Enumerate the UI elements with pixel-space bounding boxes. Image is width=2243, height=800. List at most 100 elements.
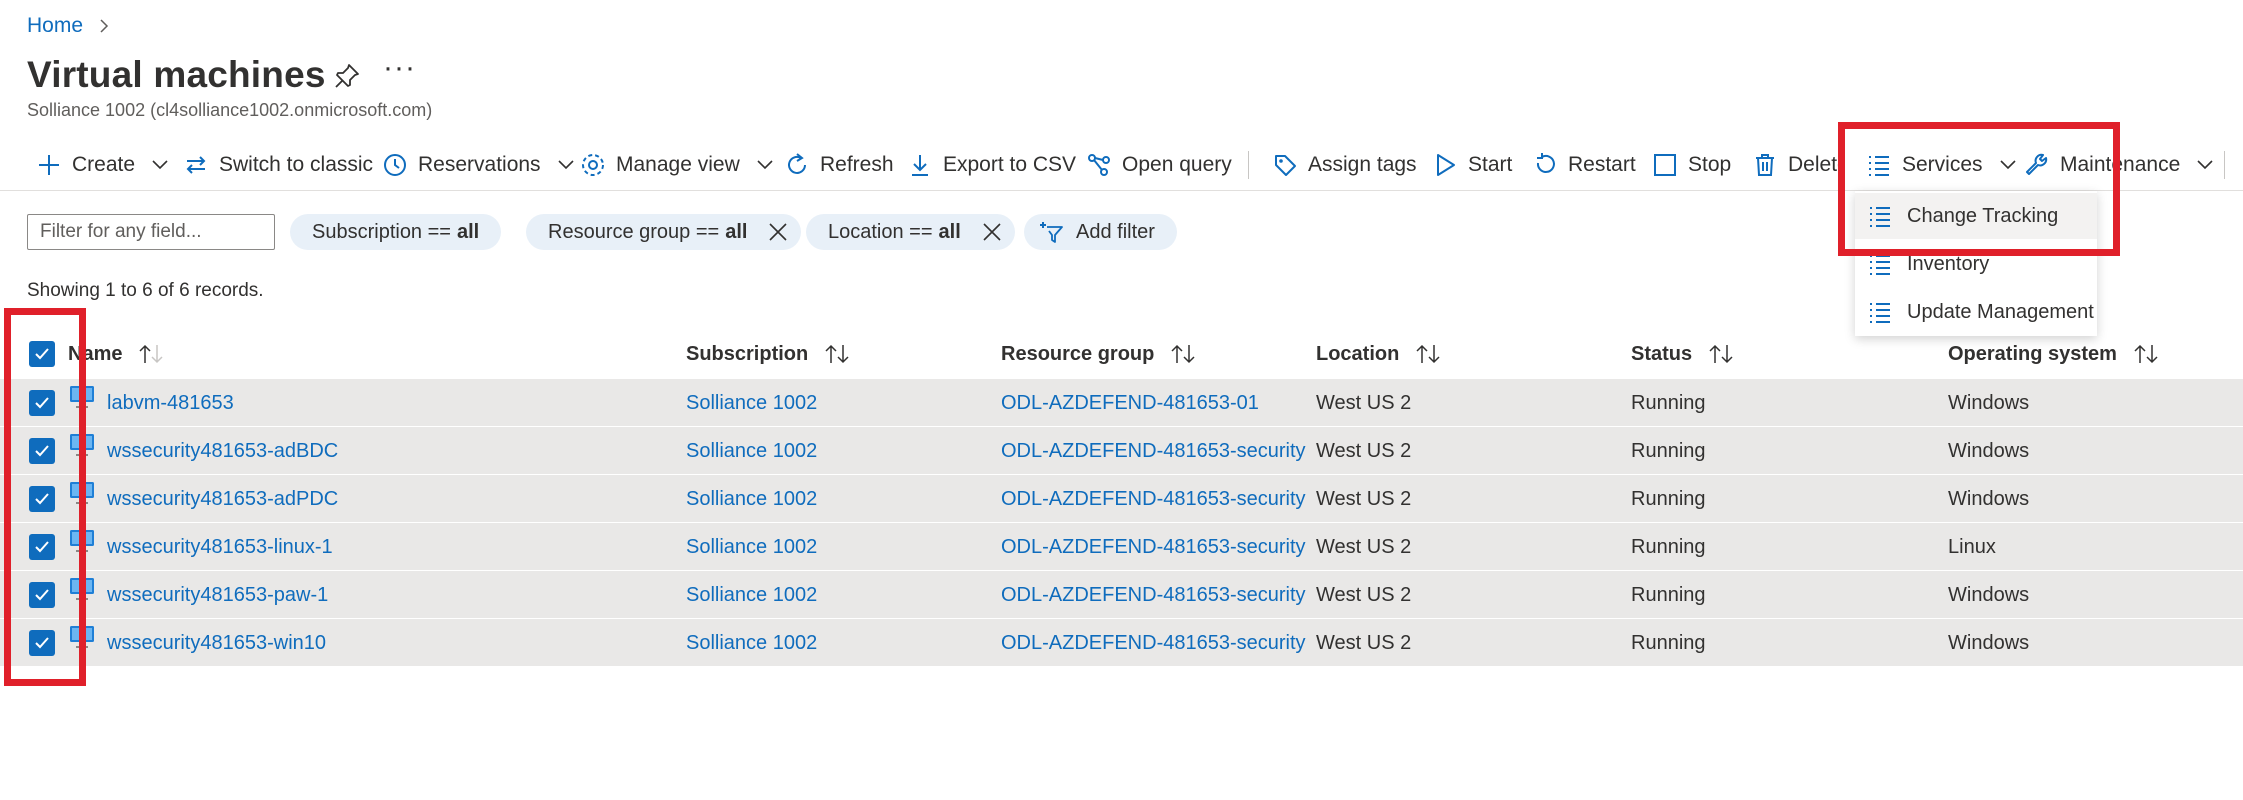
stop-label: Stop [1688, 153, 1732, 176]
status-cell: Running [1631, 487, 1706, 510]
sort-icon [1171, 344, 1195, 364]
resource-group-link[interactable]: ODL-AZDEFEND-481653-security [1001, 475, 1306, 523]
status-cell: Running [1631, 439, 1706, 462]
subscription-filter-pill[interactable]: Subscription == all [290, 214, 502, 250]
start-label: Start [1468, 153, 1513, 176]
status-cell: Running [1631, 631, 1706, 654]
open-query-button[interactable]: Open query [1086, 143, 1232, 187]
switch-arrows-icon [186, 156, 206, 174]
vm-name-link[interactable]: wssecurity481653-adPDC [107, 475, 338, 523]
chevron-down-icon [757, 160, 773, 170]
export-csv-button[interactable]: Export to CSV [907, 143, 1076, 187]
refresh-icon [788, 153, 806, 174]
table-header: Name Subscription Resource group Locatio… [0, 330, 2243, 378]
location-cell: West US 2 [1316, 535, 1412, 558]
resource-group-filter-value: all [725, 220, 748, 243]
subscription-link[interactable]: Solliance 1002 [686, 619, 817, 667]
column-header-label: Operating system [1948, 342, 2117, 365]
subscription-link[interactable]: Solliance 1002 [686, 475, 817, 523]
subscription-link[interactable]: Solliance 1002 [686, 427, 817, 475]
vm-name-link[interactable]: wssecurity481653-linux-1 [107, 523, 333, 571]
table-row[interactable]: labvm-481653 Solliance 1002 ODL-AZDEFEND-4… [0, 378, 2243, 426]
play-icon [1437, 154, 1455, 176]
gear-icon [582, 154, 604, 176]
more-options-icon[interactable]: ··· [383, 53, 416, 83]
pin-icon[interactable] [333, 62, 361, 90]
add-filter-button[interactable]: Add filter [1024, 214, 1177, 250]
column-header-label: Location [1316, 342, 1400, 365]
os-cell: Windows [1948, 631, 2030, 654]
clock-icon [384, 154, 406, 176]
resource-group-link[interactable]: ODL-AZDEFEND-481653-security [1001, 523, 1306, 571]
delete-label: Delete [1788, 153, 1842, 176]
refresh-button[interactable]: Refresh [784, 143, 894, 187]
stop-button[interactable]: Stop [1652, 143, 1731, 187]
resource-group-filter-pill[interactable]: Resource group == all [526, 214, 802, 250]
delete-button[interactable]: Delete [1752, 143, 1842, 187]
location-cell: West US 2 [1316, 439, 1412, 462]
manage-view-label: Manage view [616, 153, 740, 176]
table-row[interactable]: wssecurity481653-linux-1 Solliance 1002 OD… [0, 522, 2243, 570]
location-filter-value: all [938, 220, 961, 243]
tag-icon [1275, 155, 1296, 176]
os-cell: Windows [1948, 439, 2030, 462]
chevron-down-icon [2197, 160, 2213, 170]
switch-to-classic-button[interactable]: Switch to classic [183, 143, 373, 187]
sort-icon [2134, 344, 2158, 364]
close-icon[interactable] [981, 221, 1003, 243]
resource-group-link[interactable]: ODL-AZDEFEND-481653-security [1001, 427, 1306, 475]
create-button[interactable]: Create [36, 143, 169, 187]
trash-icon [1756, 154, 1774, 176]
reservations-button[interactable]: Reservations [382, 143, 575, 187]
toolbar-divider [1248, 151, 1249, 179]
column-header-subscription[interactable]: Subscription [686, 330, 850, 378]
open-query-label: Open query [1122, 153, 1232, 176]
vm-name-link[interactable]: wssecurity481653-paw-1 [107, 571, 328, 619]
column-header-status[interactable]: Status [1631, 330, 1734, 378]
resource-group-filter-label: Resource group == [548, 220, 720, 243]
vm-name-link[interactable]: labvm-481653 [107, 379, 234, 427]
close-icon[interactable] [767, 221, 789, 243]
breadcrumb: Home [27, 14, 111, 38]
vm-name-link[interactable]: wssecurity481653-win10 [107, 619, 326, 667]
status-cell: Running [1631, 583, 1706, 606]
reservations-label: Reservations [418, 153, 541, 176]
toolbar-divider [2224, 151, 2225, 179]
resource-group-link[interactable]: ODL-AZDEFEND-481653-01 [1001, 379, 1259, 427]
vm-name-link[interactable]: wssecurity481653-adBDC [107, 427, 338, 475]
table-row[interactable]: wssecurity481653-win10 Solliance 1002 ODL-… [0, 618, 2243, 666]
os-cell: Linux [1948, 535, 1996, 558]
resource-group-link[interactable]: ODL-AZDEFEND-481653-security [1001, 619, 1306, 667]
manage-view-button[interactable]: Manage view [580, 143, 774, 187]
location-filter-label: Location == [828, 220, 933, 243]
column-header-operating-system[interactable]: Operating system [1948, 330, 2159, 378]
resource-group-link[interactable]: ODL-AZDEFEND-481653-security [1001, 571, 1306, 619]
sort-icon [139, 344, 164, 364]
column-header-location[interactable]: Location [1316, 330, 1441, 378]
chevron-right-icon [100, 19, 109, 33]
start-button[interactable]: Start [1432, 143, 1512, 187]
restart-label: Restart [1568, 153, 1636, 176]
column-header-resource-group[interactable]: Resource group [1001, 330, 1196, 378]
filter-input[interactable] [27, 214, 275, 250]
location-filter-pill[interactable]: Location == all [806, 214, 1015, 250]
restart-button[interactable]: Restart [1532, 143, 1636, 187]
assign-tags-button[interactable]: Assign tags [1272, 143, 1417, 187]
breadcrumb-home-link[interactable]: Home [27, 14, 83, 38]
menu-item-update-management[interactable]: Update Management [1855, 289, 2097, 335]
refresh-label: Refresh [820, 153, 894, 176]
create-label: Create [72, 153, 136, 176]
table-row[interactable]: wssecurity481653-adBDC Solliance 1002 ODL-… [0, 426, 2243, 474]
table-row[interactable]: wssecurity481653-adPDC Solliance 1002 ODL-… [0, 474, 2243, 522]
records-count: Showing 1 to 6 of 6 records. [27, 280, 264, 301]
page-subtitle: Solliance 1002 (cl4solliance1002.onmicro… [27, 100, 433, 120]
column-header-label: Status [1631, 342, 1693, 365]
annotation-highlight-checkboxes [4, 308, 86, 686]
column-header-label: Resource group [1001, 342, 1155, 365]
sort-icon [1416, 344, 1440, 364]
add-filter-icon [1040, 222, 1063, 243]
subscription-link[interactable]: Solliance 1002 [686, 523, 817, 571]
subscription-link[interactable]: Solliance 1002 [686, 379, 817, 427]
table-row[interactable]: wssecurity481653-paw-1 Solliance 1002 ODL-… [0, 570, 2243, 618]
subscription-link[interactable]: Solliance 1002 [686, 571, 817, 619]
